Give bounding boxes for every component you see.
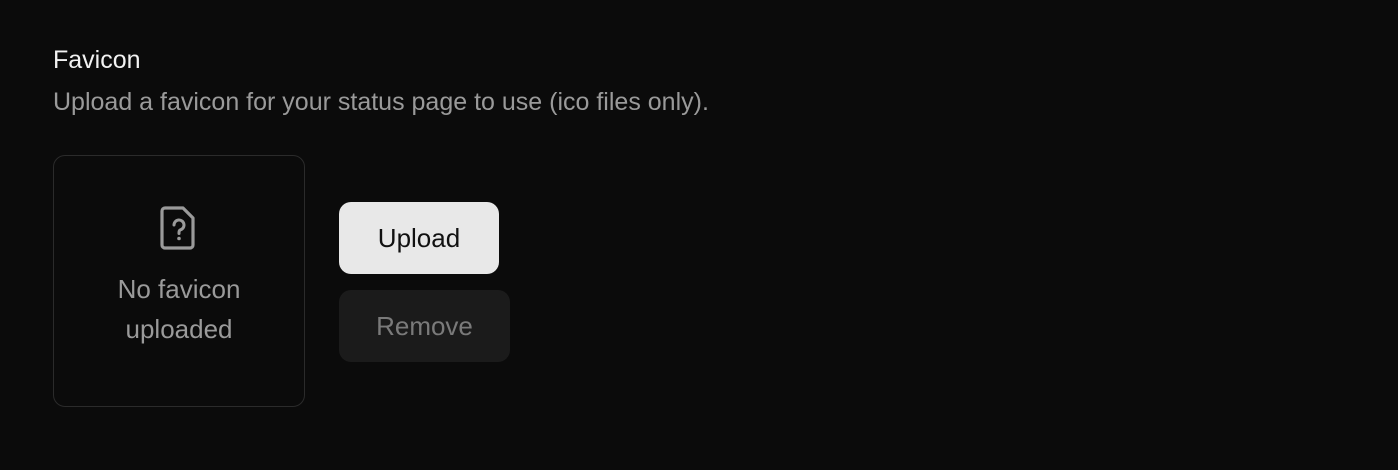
favicon-section-header: Favicon Upload a favicon for your status… [53, 44, 1353, 118]
favicon-controls: No favicon uploaded Upload Remove [53, 155, 510, 407]
file-question-icon [160, 206, 195, 250]
section-description: Upload a favicon for your status page to… [53, 88, 709, 116]
upload-button[interactable]: Upload [339, 202, 499, 274]
remove-button[interactable]: Remove [339, 290, 510, 362]
favicon-preview: No favicon uploaded [53, 155, 305, 407]
section-title: Favicon [53, 46, 141, 74]
no-favicon-text: No favicon uploaded [117, 274, 241, 344]
favicon-actions: Upload Remove [339, 202, 510, 362]
